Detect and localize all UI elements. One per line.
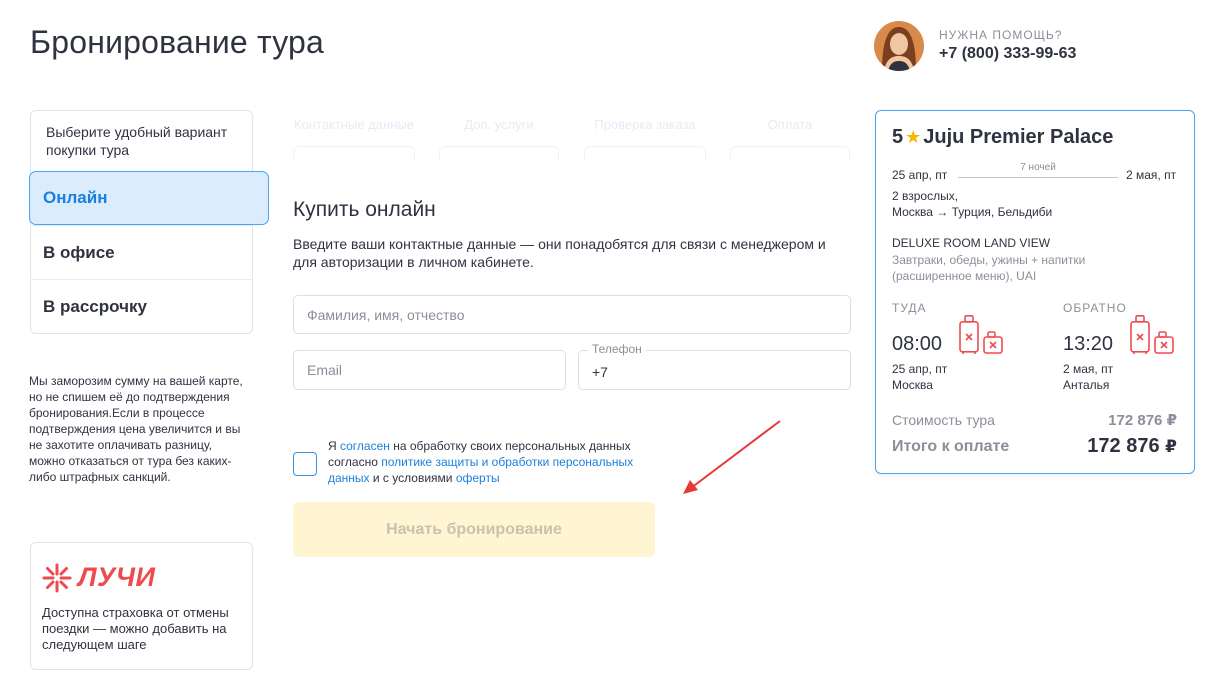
no-luggage-icon [959,315,1003,354]
no-luggage-icon [1130,315,1174,354]
option-office[interactable]: В офисе [30,225,253,279]
date-to: 2 мая, пт [1126,168,1177,182]
phone-label: Телефон [588,342,646,356]
step-indicator [439,146,559,160]
total-amount: 172 876 [1087,435,1160,457]
consent-agree-link[interactable]: согласен [340,439,390,453]
step-indicator [584,146,706,160]
support-avatar [874,21,924,71]
return-city: Анталья [1063,378,1110,392]
step-review[interactable]: Проверка заказа [584,117,706,132]
consent-checkbox[interactable] [293,452,317,476]
tour-cost-amount: 172 876 [1108,412,1163,429]
outbound-label: ТУДА [892,301,927,315]
return-time: 13:20 [1063,333,1114,355]
email-input[interactable] [293,350,566,390]
total-label: Итого к оплате [892,438,1010,455]
luchi-logo-text: ЛУЧИ [78,562,156,592]
start-booking-button[interactable]: Начать бронирование [293,502,655,557]
consent-text-part: и с условиями [369,471,456,485]
guests: 2 взрослых, [892,189,959,203]
step-payment[interactable]: Оплата [730,117,850,132]
hotel-stars: 5 [892,126,904,148]
option-installment[interactable]: В рассрочку [30,279,253,333]
step-extras[interactable]: Доп. услуги [439,117,559,132]
star-icon: ★ [905,127,922,147]
luchi-logo: ЛУЧИ [42,562,155,593]
consent-text-part: Я [328,439,340,453]
return-label: ОБРАТНО [1063,301,1127,315]
room-type: DELUXE ROOM LAND VIEW [892,236,1051,250]
page-title: Бронирование тура [30,24,325,60]
payment-freeze-note: Мы заморозим сумму на вашей карте, но не… [29,374,243,484]
nights-divider [958,177,1118,178]
meal-plan: Завтраки, обеды, ужины + напитки (расшир… [892,253,1086,283]
consent-text: Я согласен на обработку своих персональн… [328,438,668,486]
annotation-arrow-icon [683,420,781,494]
help-phone-link[interactable]: +7 (800) 333-99-63 [939,45,1076,63]
currency-symbol: ₽ [1165,437,1177,456]
full-name-input[interactable] [293,295,851,334]
hotel-name: 5 ★ Juju Premier Palace [892,126,1113,149]
purchase-options-hint: Выберите удобный вариант покупки тура [46,124,228,158]
currency-symbol: ₽ [1166,412,1177,429]
step-contacts[interactable]: Контактные данные [293,117,415,132]
route: Москва → Турция, Бельдиби [892,205,1053,219]
total-value: 172 876 ₽ [1087,435,1177,458]
return-date: 2 мая, пт [1063,362,1114,376]
insurance-text: Доступна страховка от отмены поездки — м… [42,605,229,652]
form-title: Купить онлайн [293,198,436,221]
phone-input[interactable] [578,350,851,390]
option-online[interactable]: Онлайн [29,171,269,225]
hotel-title: Juju Premier Palace [923,126,1114,148]
step-indicator [293,146,415,160]
date-from: 25 апр, пт [892,168,948,182]
tour-cost-label: Стоимость тура [892,412,995,428]
step-indicator [730,146,850,160]
form-description: Введите ваши контактные данные — они пон… [293,236,826,270]
sun-rays-icon [42,563,72,592]
outbound-time: 08:00 [892,333,943,355]
offer-link[interactable]: оферты [456,471,500,485]
outbound-city: Москва [892,378,933,392]
outbound-date: 25 апр, пт [892,362,948,376]
tour-cost-value: 172 876 ₽ [1108,411,1177,429]
help-label: НУЖНА ПОМОЩЬ? [939,28,1063,42]
nights-count: 7 ночей [1020,162,1056,173]
